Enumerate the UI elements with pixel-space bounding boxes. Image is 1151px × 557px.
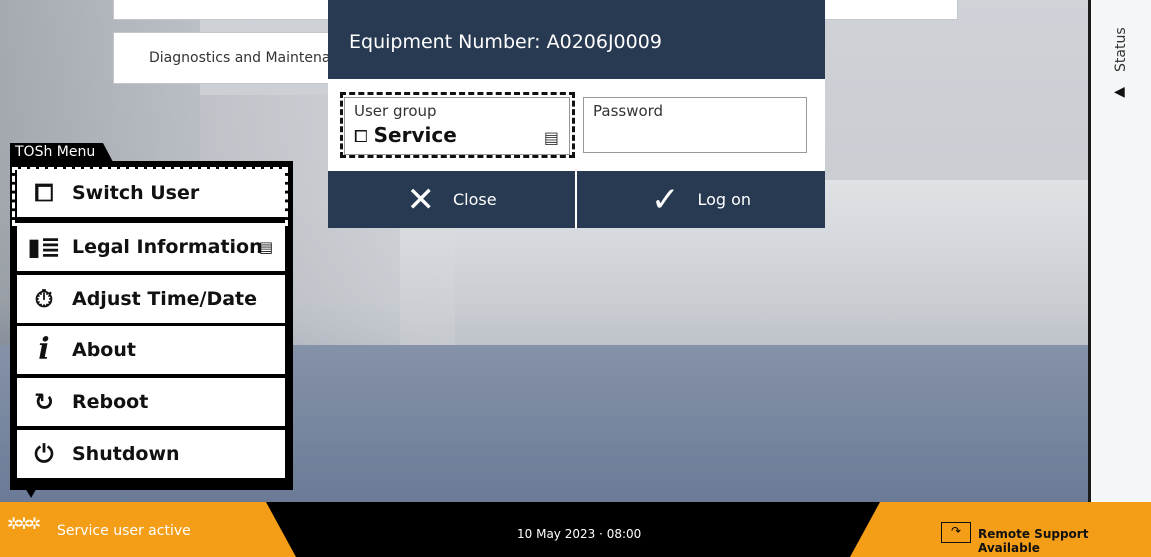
info-icon: i (38, 332, 50, 367)
menu-item-label: Adjust Time/Date (72, 288, 258, 310)
power-icon: ⏻ (34, 440, 54, 468)
logon-button-label: Log on (697, 190, 752, 209)
remote-support-text: Remote Support Available (978, 527, 1089, 555)
menu-item-adjust-time-date[interactable]: ⏱ Adjust Time/Date (17, 275, 285, 323)
status-panel[interactable] (1088, 0, 1151, 502)
datetime-text: 10 May 2023 · 08:00 (517, 527, 642, 541)
list-icon: ▤ (258, 238, 273, 256)
menu-item-about[interactable]: i About (17, 326, 285, 374)
menu-item-label: Reboot (72, 391, 149, 413)
stopwatch-icon: ⏱ (34, 285, 54, 313)
close-button-label: Close (452, 190, 497, 209)
password-label: Password (593, 102, 664, 120)
list-icon[interactable]: ▤ (544, 128, 559, 147)
user-group-select[interactable]: User group ⧠ Service ▤ (344, 97, 570, 155)
diagnostics-tile[interactable]: Diagnostics and Maintena (113, 32, 355, 84)
password-field[interactable]: Password (583, 97, 807, 153)
status-panel-label: Status (1113, 27, 1129, 72)
reboot-icon: ↻ (33, 388, 55, 416)
user-key-icon: ⧠ (354, 127, 368, 147)
focus-outline (12, 167, 288, 226)
gears-icon: ✲✲✲ (7, 514, 41, 533)
logon-button[interactable]: ✓ Log on (577, 171, 825, 228)
menu-item-label: Legal Information (72, 236, 263, 258)
user-group-value: Service (373, 123, 457, 147)
menu-item-reboot[interactable]: ↻ Reboot (17, 378, 285, 426)
document-icon: ▮≣ (27, 233, 61, 261)
remote-support-icon: ↷ (941, 522, 971, 543)
menu-pointer (24, 486, 38, 498)
menu-item-shutdown[interactable]: ⏻ Shutdown (17, 430, 285, 478)
logon-dialog: Equipment Number: A0206J0009 User group … (328, 0, 825, 228)
menu-tab: TOSh Menu (10, 143, 114, 162)
checkmark-icon: ✓ (650, 179, 680, 220)
close-icon: ✕ (406, 179, 435, 220)
user-status-text: Service user active (57, 523, 191, 539)
user-group-value-wrap: ⧠ Service (354, 123, 457, 147)
menu-item-legal-information[interactable]: ▮≣ Legal Information ▤ (17, 223, 285, 271)
dialog-header: Equipment Number: A0206J0009 (328, 0, 825, 79)
menu-item-label: Shutdown (72, 443, 180, 465)
close-button[interactable]: ✕ Close (328, 171, 575, 228)
triangle-left-icon[interactable]: ◀ (1114, 84, 1125, 100)
diagnostics-tile-label: Diagnostics and Maintena (149, 50, 331, 66)
user-group-label: User group (354, 102, 437, 120)
menu-item-label: About (72, 339, 136, 361)
dialog-title: Equipment Number: A0206J0009 (349, 31, 662, 53)
